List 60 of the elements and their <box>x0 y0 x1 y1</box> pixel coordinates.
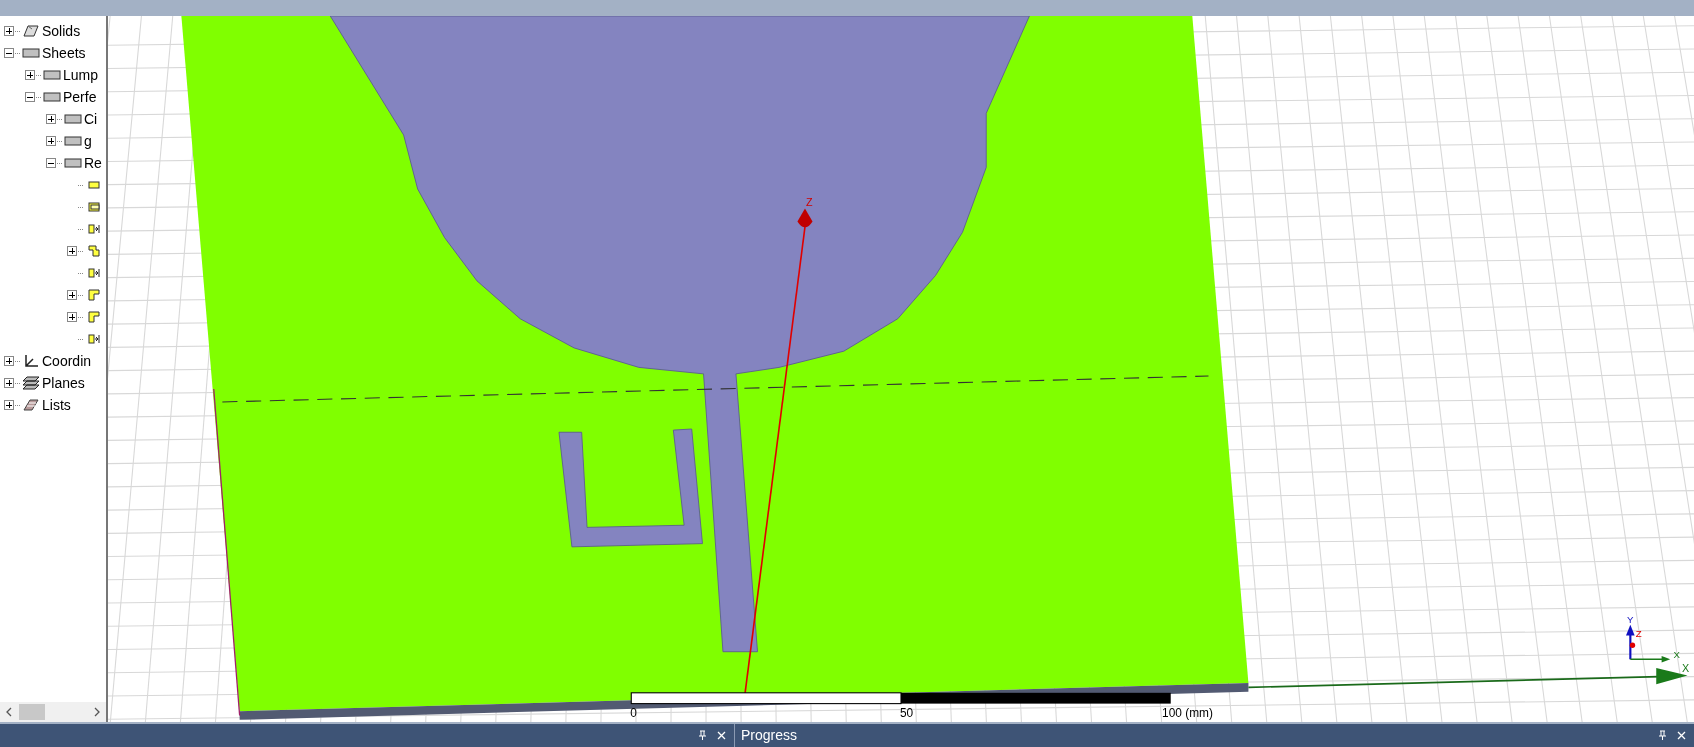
scroll-left-icon[interactable] <box>5 707 13 717</box>
port-icon <box>88 334 100 344</box>
face-icon <box>88 180 100 190</box>
axis-triad-icon <box>1626 624 1671 663</box>
expand-toggle[interactable] <box>67 246 77 256</box>
sheet-icon <box>43 92 61 102</box>
expand-toggle[interactable] <box>25 70 35 80</box>
scroll-right-icon[interactable] <box>93 707 101 717</box>
expand-toggle[interactable] <box>4 26 14 36</box>
close-icon[interactable] <box>717 731 726 740</box>
tree-item-label[interactable]: Perfe <box>63 90 97 104</box>
expand-toggle[interactable] <box>67 290 77 300</box>
sheet-icon <box>64 136 82 146</box>
horizontal-scrollbar[interactable] <box>0 702 106 722</box>
axis-label: Z <box>806 196 813 209</box>
corner-icon <box>88 311 100 323</box>
scale-label: 0 <box>630 705 637 720</box>
tree-item-label[interactable]: Planes <box>42 376 85 390</box>
axis-label: X <box>1673 649 1680 661</box>
port-icon <box>88 268 100 278</box>
step-icon <box>88 245 100 257</box>
expand-toggle[interactable] <box>4 378 14 388</box>
axis-label: Z <box>1635 627 1642 639</box>
close-icon[interactable] <box>1677 731 1686 740</box>
3d-viewport[interactable]: Z 0 50 100 (mm) X Y Z X <box>106 16 1694 722</box>
axis-label: X <box>1682 662 1690 675</box>
pin-icon[interactable] <box>1658 730 1667 741</box>
expand-toggle[interactable] <box>4 400 14 410</box>
tree-item-label[interactable]: Re <box>84 156 102 170</box>
tree-item-label[interactable]: Coordin <box>42 354 92 368</box>
collapse-toggle[interactable] <box>4 48 14 58</box>
sheet-icon <box>43 70 61 80</box>
expand-toggle[interactable] <box>67 312 77 322</box>
tree-item-label[interactable]: Lists <box>42 398 71 412</box>
expand-toggle[interactable] <box>46 136 56 146</box>
collapse-toggle[interactable] <box>25 92 35 102</box>
panel-title: Progress <box>740 726 798 745</box>
axes-icon <box>23 354 39 368</box>
corner-icon <box>88 289 100 301</box>
tree-item-label[interactable]: Solids <box>42 24 81 38</box>
port-icon <box>88 224 100 234</box>
planes-icon <box>22 376 40 390</box>
axis-label: Y <box>1627 613 1634 625</box>
tree-item-label[interactable]: Ci <box>84 112 98 126</box>
expand-toggle[interactable] <box>46 114 56 124</box>
scrollbar-thumb[interactable] <box>19 704 45 720</box>
tree-item-label[interactable]: g <box>84 134 92 148</box>
scale-label: 100 (mm) <box>1162 705 1213 720</box>
expand-toggle[interactable] <box>4 356 14 366</box>
collapse-toggle[interactable] <box>46 158 56 168</box>
face-outline-icon <box>88 202 100 212</box>
tree-item-label[interactable]: Sheets <box>42 46 86 60</box>
sheet-icon <box>22 48 40 58</box>
sheet-icon <box>64 158 82 168</box>
sheet-icon <box>64 114 82 124</box>
lists-icon <box>22 398 40 412</box>
pin-icon[interactable] <box>698 730 707 741</box>
tree-item-label[interactable]: Lump <box>63 68 99 82</box>
scale-label: 50 <box>899 705 914 720</box>
solid-icon <box>22 24 40 38</box>
